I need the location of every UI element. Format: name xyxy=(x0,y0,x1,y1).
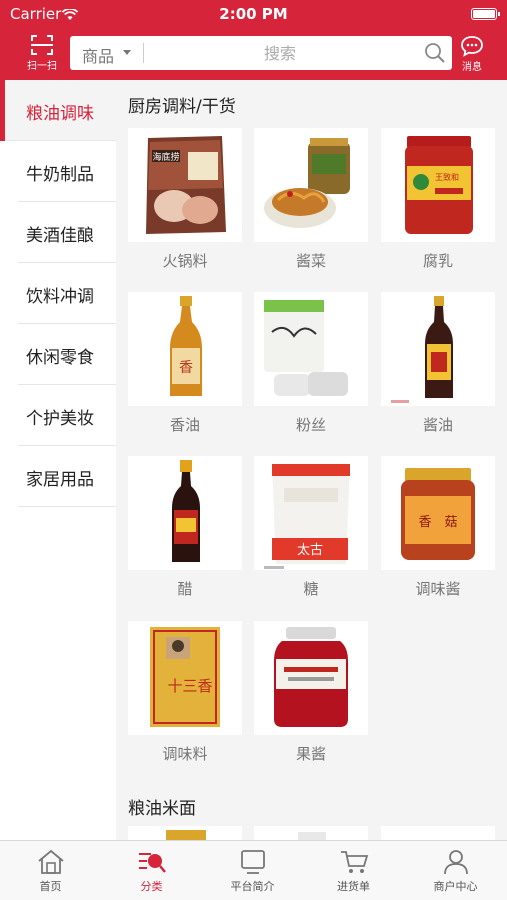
bottom-tab-bar: 首页 分类 平台简介 进货单 商户中心 xyxy=(0,840,507,900)
spice-box-text: 十三香 xyxy=(167,677,212,695)
category-search-icon xyxy=(138,853,166,873)
sidebar-item-dairy[interactable]: 牛奶制品 xyxy=(18,141,116,202)
product-image-vermicelli xyxy=(254,292,368,406)
hotpot-package-text: 海底捞 xyxy=(152,151,179,163)
sidebar-item-label: 家居用品 xyxy=(26,470,94,490)
search-input[interactable] xyxy=(150,40,410,66)
tab-label: 进货单 xyxy=(337,880,370,893)
svg-text:香: 香 xyxy=(418,515,431,530)
tab-category[interactable]: 分类 xyxy=(101,841,202,900)
tab-cart[interactable]: 进货单 xyxy=(303,841,404,900)
top-bar: 扫一扫 商品 消息 xyxy=(0,28,507,80)
tab-label: 首页 xyxy=(39,880,62,893)
tab-label: 平台简介 xyxy=(230,880,275,893)
sidebar-item-label: 美酒佳酿 xyxy=(26,226,94,246)
product-name: 糖 xyxy=(303,580,319,598)
chat-bubble-icon xyxy=(461,36,483,57)
scan-button[interactable]: 扫一扫 xyxy=(22,32,62,76)
product-tile[interactable]: 十三香 调味料 xyxy=(128,621,242,764)
sidebar-item-label: 牛奶制品 xyxy=(26,165,94,185)
product-grid-area: 厨房调料/干货 海底捞 火锅料 酱菜 王致和 腐乳 香 香油 粉丝 酱油 醋 太… xyxy=(116,80,507,840)
product-image-sesame-oil: 香 xyxy=(128,292,242,406)
product-name: 粉丝 xyxy=(295,416,326,434)
product-name: 调味酱 xyxy=(415,580,461,598)
scan-label: 扫一扫 xyxy=(27,61,57,72)
tab-about[interactable]: 平台简介 xyxy=(202,841,303,900)
sidebar-item-drinks[interactable]: 饮料冲调 xyxy=(18,263,116,324)
category-sidebar: 粮油调味 牛奶制品 美酒佳酿 饮料冲调 休闲零食 个护美妆 家居用品 xyxy=(0,80,116,840)
product-name: 火锅料 xyxy=(162,252,208,270)
product-tile[interactable]: 酱菜 xyxy=(254,128,368,271)
section-title: 厨房调料/干货 xyxy=(128,97,236,117)
tofu-label-text: 王致和 xyxy=(435,172,459,182)
product-tile[interactable]: 香 菇 调味酱 xyxy=(381,456,495,599)
sidebar-item-wine[interactable]: 美酒佳酿 xyxy=(18,202,116,263)
tab-label: 分类 xyxy=(140,880,163,893)
sidebar-item-snacks[interactable]: 休闲零食 xyxy=(18,324,116,385)
product-name: 调味料 xyxy=(162,745,208,763)
battery-icon xyxy=(471,8,500,20)
section-title: 粮油米面 xyxy=(128,799,196,819)
product-tile[interactable]: 太古 糖 xyxy=(254,456,368,599)
product-image-tofu: 王致和 xyxy=(381,128,495,242)
home-icon xyxy=(37,849,64,874)
monitor-icon xyxy=(240,850,265,874)
search-bar: 商品 xyxy=(70,36,452,70)
sidebar-item-personal-care[interactable]: 个护美妆 xyxy=(18,385,116,446)
search-icon[interactable] xyxy=(424,42,446,68)
product-image-sauce-jar: 香 菇 xyxy=(381,456,495,570)
product-tile[interactable]: 香 香油 xyxy=(128,292,242,435)
product-tile-partial[interactable] xyxy=(254,826,368,840)
product-image-hotpot: 海底捞 xyxy=(128,128,242,242)
product-name: 酱油 xyxy=(422,416,453,434)
search-category-select[interactable]: 商品 xyxy=(82,43,114,67)
product-image-vinegar xyxy=(128,456,242,570)
status-bar: Carrier 2:00 PM xyxy=(0,0,507,28)
tab-merchant-center[interactable]: 商户中心 xyxy=(405,841,506,900)
product-image-pickles xyxy=(254,128,368,242)
product-tile[interactable]: 果酱 xyxy=(254,621,368,764)
clock: 2:00 PM xyxy=(219,5,288,23)
product-name: 腐乳 xyxy=(422,252,453,270)
user-icon xyxy=(443,850,468,875)
svg-text:菇: 菇 xyxy=(444,515,457,530)
sidebar-item-household[interactable]: 家居用品 xyxy=(18,446,116,507)
product-tile[interactable]: 醋 xyxy=(128,456,242,599)
product-tile[interactable]: 王致和 腐乳 xyxy=(381,128,495,271)
product-tile-partial[interactable] xyxy=(128,826,242,840)
svg-text:香: 香 xyxy=(179,360,193,376)
sidebar-item-grain-oil[interactable]: 粮油调味 xyxy=(0,80,116,141)
sidebar-item-label: 个护美妆 xyxy=(26,409,94,429)
cart-icon xyxy=(340,851,368,873)
sidebar-item-label: 粮油调味 xyxy=(26,104,94,124)
product-tile[interactable]: 粉丝 xyxy=(254,292,368,435)
message-button[interactable]: 消息 xyxy=(456,34,488,74)
product-name: 香油 xyxy=(169,416,200,434)
message-label: 消息 xyxy=(462,62,482,73)
product-tile-partial[interactable] xyxy=(381,826,495,840)
chevron-down-icon xyxy=(123,50,131,55)
product-image-spice-box: 十三香 xyxy=(128,621,242,735)
tab-home[interactable]: 首页 xyxy=(0,841,101,900)
product-name: 酱菜 xyxy=(295,252,326,270)
scan-icon xyxy=(31,35,53,55)
product-tile[interactable]: 酱油 xyxy=(381,292,495,435)
product-name: 醋 xyxy=(177,580,193,598)
product-name: 果酱 xyxy=(295,745,326,763)
product-image-sugar: 太古 xyxy=(254,456,368,570)
sugar-brand-text: 太古 xyxy=(297,543,323,558)
product-tile[interactable]: 海底捞 火锅料 xyxy=(128,128,242,271)
sidebar-item-label: 饮料冲调 xyxy=(26,287,94,307)
product-image-soy-sauce xyxy=(381,292,495,406)
sidebar-item-label: 休闲零食 xyxy=(26,348,94,368)
tab-label: 商户中心 xyxy=(433,880,478,893)
search-divider xyxy=(143,43,144,63)
product-image-jam xyxy=(254,621,368,735)
